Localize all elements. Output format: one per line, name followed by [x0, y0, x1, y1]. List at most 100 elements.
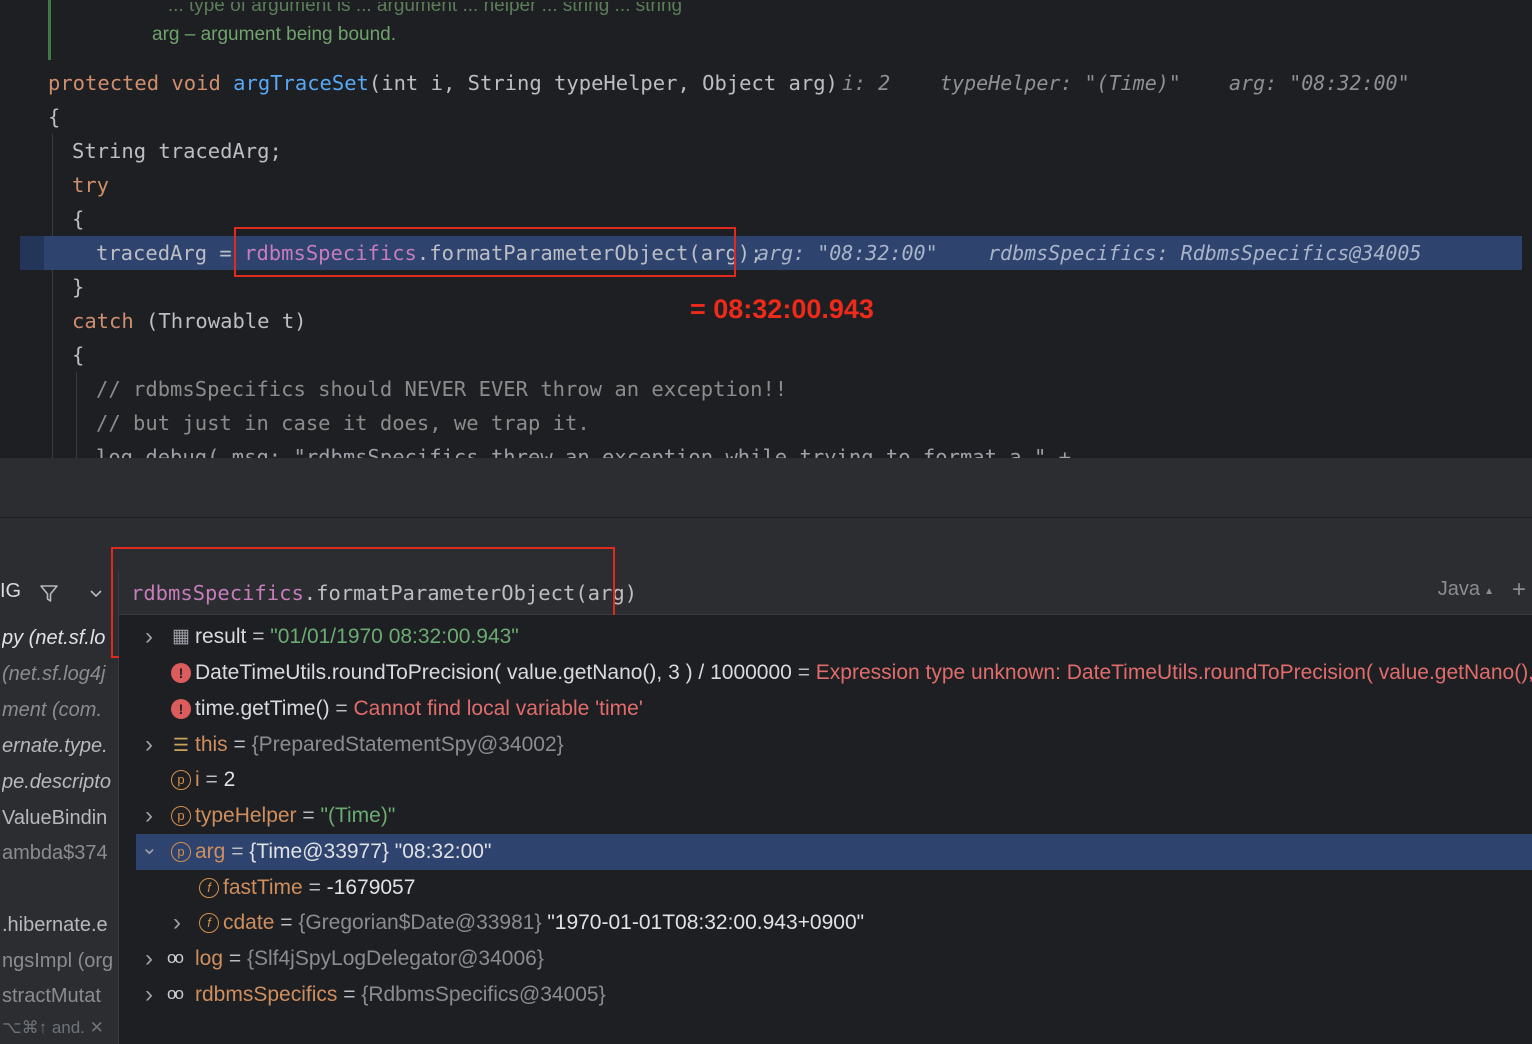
stack-frame[interactable]: (net.sf.log4j [2, 656, 118, 692]
equals-sign: = [246, 625, 271, 648]
inline-hint-arg: arg: "08:32:00" [1229, 71, 1410, 95]
chevron-right-icon[interactable]: › [141, 798, 157, 834]
equals-sign: = [296, 804, 321, 827]
error-icon: ! [171, 663, 191, 683]
variable-value: {RdbmsSpecifics@34005} [361, 983, 606, 1006]
variable-row-i[interactable]: pi = 2 [119, 762, 1532, 798]
inline-hint-typehelper: typeHelper: "(Time)" [940, 71, 1181, 95]
variable-row-arg[interactable]: ⌄ p arg = {Time@33977} "08:32:00" [136, 834, 1532, 870]
stack-frame[interactable]: ernate.type. [2, 728, 118, 764]
stack-frame[interactable]: ngsImpl (org [2, 943, 118, 979]
equals-sign: = [302, 876, 327, 899]
equals-sign: = [227, 733, 252, 756]
variable-row-time[interactable]: ! time.getTime() = Cannot find local vari… [119, 691, 1532, 727]
indent-guide [76, 372, 77, 458]
frames-header-label: IG [0, 580, 22, 602]
try-brace-open: { [72, 207, 85, 231]
equals-sign: = [337, 983, 362, 1006]
equals-sign: = [329, 697, 354, 720]
variable-name: this [195, 733, 228, 756]
watch-glasses-icon: oo [167, 948, 184, 967]
variable-value: Expression type unknown: DateTimeUtils.r… [815, 661, 1532, 684]
field-icon: f [199, 913, 219, 933]
stack-frame[interactable]: .hibernate.e [2, 907, 118, 943]
variable-name: typeHelper [195, 804, 297, 827]
error-icon: ! [171, 699, 191, 719]
try-keyword[interactable]: try [72, 168, 109, 202]
variable-name: DateTimeUtils.roundToPrecision( value.ge… [195, 661, 792, 684]
variable-value: -1679057 [326, 876, 416, 899]
watch-glasses-icon: oo [167, 984, 184, 1003]
chevron-down-icon[interactable]: ⌄ [141, 830, 158, 866]
chevron-right-icon[interactable]: › [141, 619, 157, 655]
filter-icon[interactable] [38, 582, 60, 604]
variable-row-this[interactable]: › ☰ this = {PreparedStatementSpy@34002} [119, 727, 1532, 763]
variable-value: {PreparedStatementSpy@34002} [251, 733, 564, 756]
variable-value: "(Time)" [320, 804, 396, 827]
equals-sign: = [225, 840, 250, 863]
equals-sign: = [199, 768, 224, 791]
variable-row-typehelper[interactable]: › p typeHelper = "(Time)" [119, 798, 1532, 834]
variable-object-ref: {Gregorian$Date@33981} [298, 911, 542, 934]
comment-line-1: // rdbmsSpecifics should NEVER EVER thro… [96, 377, 788, 401]
result-annotation: = 08:32:00.943 [690, 294, 874, 324]
variable-value: "1970-01-01T08:32:00.943+0900" [541, 911, 865, 934]
field-icon: f [199, 878, 219, 898]
variable-name: rdbmsSpecifics [195, 983, 338, 1006]
parameter-icon: p [171, 842, 191, 862]
add-watch-icon[interactable]: + [1512, 576, 1526, 604]
chevron-right-icon[interactable]: › [141, 727, 157, 763]
variable-row-result[interactable]: › ▦ result = "01/01/1970 08:32:00.943" [119, 619, 1532, 655]
stack-frame[interactable]: stractMutat [2, 978, 118, 1014]
indent-guide [52, 134, 53, 458]
stack-frame[interactable]: py (net.sf.lo [2, 620, 118, 656]
variables-tree[interactable]: › ▦ result = "01/01/1970 08:32:00.943"! Dat… [119, 615, 1532, 1044]
parameter-icon: p [171, 806, 191, 826]
language-selector[interactable]: Java [1438, 578, 1480, 601]
brace-open: { [48, 105, 61, 129]
parameter-icon: p [171, 770, 191, 790]
doc-cut-line: ... type of argument is ... argument ...… [152, 2, 683, 16]
variable-row-fasttime[interactable]: f fastTime = -1679057 [119, 870, 1532, 906]
cut-log-line: log.debug( msg: "rdbmsSpecifics threw an… [96, 445, 1072, 458]
variable-name: fastTime [223, 876, 303, 899]
variable-value: {Slf4jSpyLogDelegator@34006} [246, 947, 544, 970]
variable-row-rdbmsspecifics[interactable]: › oo rdbmsSpecifics = {RdbmsSpecifics@3400… [119, 977, 1532, 1013]
chevron-right-icon[interactable]: › [141, 977, 157, 1013]
variable-value: {Time@33977} "08:32:00" [249, 840, 492, 863]
variable-name: result [195, 625, 247, 648]
variable-name: log [195, 947, 224, 970]
variable-value: 2 [223, 768, 236, 791]
variable-row-cdate[interactable]: › f cdate = {Gregorian$Date@33981} "1970-0… [119, 905, 1532, 941]
variable-value: Cannot find local variable 'time' [353, 697, 643, 720]
chevron-right-icon[interactable]: › [169, 905, 185, 941]
frames-toolbar: IG [0, 572, 118, 614]
calculator-icon: ▦ [172, 626, 190, 647]
execution-gutter [20, 236, 44, 270]
stack-frame[interactable]: ValueBindin [2, 800, 118, 836]
catch-clause[interactable]: catch (Throwable t) [72, 304, 307, 338]
stack-frame[interactable]: ambda$374 [2, 835, 118, 871]
try-brace-close: } [72, 275, 85, 299]
stack-frame[interactable]: pe.descripto [2, 764, 118, 800]
object-list-icon: ☰ [172, 735, 190, 755]
variable-value: "01/01/1970 08:32:00.943" [270, 625, 519, 648]
panel-divider [0, 517, 1532, 518]
code-editor[interactable]: ... type of argument is ... argument ...… [0, 0, 1532, 458]
stack-frame[interactable]: ment (com. [2, 692, 118, 728]
inline-hint-exec-arg: arg: "08:32:00" [757, 241, 938, 265]
doc-arg-description: arg – argument being bound. [152, 24, 397, 45]
method-signature[interactable]: protected void argTraceSet(int i, String… [48, 66, 838, 100]
chevron-right-icon[interactable]: › [141, 941, 157, 977]
variable-row-datetimeutils[interactable]: ! DateTimeUtils.roundToPrecision( value.g… [119, 655, 1532, 691]
language-dropdown-icon[interactable]: ▲ [1484, 586, 1494, 597]
catch-brace-open: { [72, 343, 85, 367]
variable-name: time.getTime() [195, 697, 330, 720]
frames-footer-hint: ⌥⌘↑ and. ✕ [2, 1018, 104, 1037]
traced-arg-declaration[interactable]: String tracedArg; [72, 134, 282, 168]
chevron-down-icon[interactable] [88, 586, 104, 602]
equals-sign: = [791, 661, 816, 684]
comment-line-2: // but just in case it does, we trap it. [96, 411, 590, 435]
variable-row-log[interactable]: › oo log = {Slf4jSpyLogDelegator@34006} [119, 941, 1532, 977]
equals-sign: = [274, 911, 299, 934]
